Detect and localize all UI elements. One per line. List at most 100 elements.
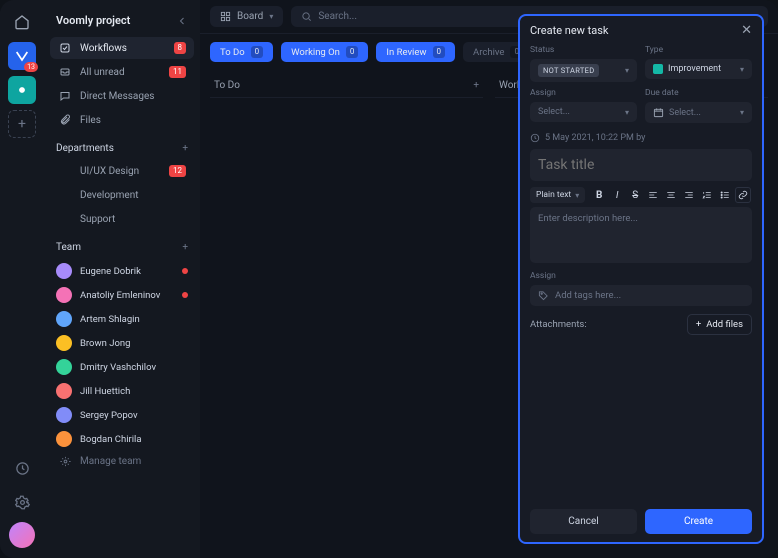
list-ordered-button[interactable] — [699, 187, 715, 203]
sidebar-label: Files — [80, 115, 101, 126]
chevron-down-icon: ▾ — [625, 66, 629, 75]
member-name: Sergey Popov — [80, 410, 138, 421]
team-member[interactable]: Jill Huettich — [50, 379, 194, 403]
workspace-badge: 13 — [24, 62, 38, 72]
add-files-button[interactable]: + Add files — [687, 314, 752, 335]
chevron-down-icon: ▾ — [269, 12, 273, 21]
sidebar-item-dms[interactable]: Direct Messages — [50, 85, 194, 107]
sidebar-item-unread[interactable]: All unread 11 — [50, 61, 194, 83]
avatar — [56, 407, 72, 423]
cancel-button[interactable]: Cancel — [530, 509, 637, 534]
team-member[interactable]: Artem Shlagin — [50, 307, 194, 331]
department-badge: 12 — [169, 165, 186, 177]
task-title-input[interactable] — [530, 149, 752, 181]
team-member[interactable]: Eugene Dobrik — [50, 259, 194, 283]
message-icon — [58, 90, 72, 102]
avatar — [56, 431, 72, 447]
align-center-button[interactable] — [663, 187, 679, 203]
team-member[interactable]: Bogdan Chirila — [50, 427, 194, 451]
chevron-down-icon: ▾ — [625, 108, 629, 117]
home-icon[interactable] — [8, 8, 36, 36]
avatar — [56, 359, 72, 375]
sidebar-item-workflows[interactable]: Workflows 8 — [50, 37, 194, 59]
collapse-sidebar-icon[interactable] — [176, 15, 188, 27]
strike-button[interactable]: S — [627, 187, 643, 203]
column-title: To Do — [214, 80, 240, 91]
format-select[interactable]: Plain text▾ — [530, 187, 585, 203]
team-member[interactable]: Anatoliy Emleninov — [50, 283, 194, 307]
team-heading: Team — [56, 242, 81, 253]
close-icon[interactable]: ✕ — [741, 24, 752, 37]
grid-icon — [220, 11, 231, 22]
list-bullet-button[interactable] — [717, 187, 733, 203]
tags-input[interactable]: Add tags here... — [530, 285, 752, 306]
created-timestamp: 5 May 2021, 10:22 PM by — [545, 133, 645, 143]
align-left-button[interactable] — [645, 187, 661, 203]
sidebar-item-department[interactable]: Support — [50, 208, 194, 230]
project-title: Voomly project — [56, 14, 130, 27]
filter-count: 0 — [433, 46, 446, 58]
add-card-button[interactable]: + — [473, 80, 479, 91]
bold-button[interactable]: B — [591, 187, 607, 203]
calendar-icon — [653, 107, 664, 118]
department-label: Development — [80, 190, 139, 201]
sidebar-item-department[interactable]: UI/UX Design12 — [50, 160, 194, 182]
team-member[interactable]: Sergey Popov — [50, 403, 194, 427]
type-label: Type — [645, 45, 752, 55]
filter-count: 0 — [346, 46, 359, 58]
filter-label: In Review — [386, 47, 426, 58]
manage-team-label: Manage team — [80, 456, 141, 467]
due-date-select[interactable]: Select... ▾ — [645, 102, 752, 123]
filter-pill[interactable]: To Do0 — [210, 42, 273, 62]
align-right-button[interactable] — [681, 187, 697, 203]
notification-dot — [182, 292, 188, 298]
description-input[interactable]: Enter description here... — [530, 207, 752, 263]
avatar — [56, 311, 72, 327]
chevron-down-icon: ▾ — [740, 108, 744, 117]
plus-icon: + — [696, 319, 701, 330]
avatar — [56, 263, 72, 279]
app-rail: 13 + — [0, 0, 44, 558]
inbox-icon — [58, 66, 72, 78]
italic-button[interactable]: I — [609, 187, 625, 203]
gear-icon[interactable] — [8, 488, 36, 516]
member-name: Bogdan Chirila — [80, 434, 142, 445]
team-member[interactable]: Brown Jong — [50, 331, 194, 355]
sidebar-label: Direct Messages — [80, 91, 154, 102]
sidebar-item-files[interactable]: Files — [50, 109, 194, 131]
add-workspace-button[interactable]: + — [8, 110, 36, 138]
filter-label: To Do — [220, 47, 245, 58]
add-department-icon[interactable]: + — [182, 143, 188, 154]
sidebar-item-department[interactable]: Development — [50, 184, 194, 206]
user-avatar[interactable] — [9, 522, 35, 548]
search-icon — [301, 11, 312, 22]
board-selector-label: Board — [237, 11, 263, 22]
board-selector[interactable]: Board ▾ — [210, 6, 283, 27]
avatar — [56, 383, 72, 399]
workspace-voomly-icon[interactable]: 13 — [8, 42, 36, 70]
create-task-modal: Create new task ✕ Status NOT STARTED ▾ T… — [518, 14, 764, 544]
create-button[interactable]: Create — [645, 509, 752, 534]
clock-icon[interactable] — [8, 454, 36, 482]
chevron-down-icon: ▾ — [740, 65, 744, 74]
filter-pill[interactable]: In Review 0 — [376, 42, 455, 62]
assign-select[interactable]: Select... ▾ — [530, 102, 637, 122]
departments-heading: Departments — [56, 143, 114, 154]
manage-team-link[interactable]: Manage team — [50, 451, 194, 472]
board-column: To Do + — [210, 74, 483, 554]
attachments-label: Attachments: — [530, 319, 587, 330]
status-select[interactable]: NOT STARTED ▾ — [530, 59, 637, 82]
workspace-2-icon[interactable] — [8, 76, 36, 104]
filter-pill[interactable]: Working On0 — [281, 42, 368, 62]
department-label: Support — [80, 214, 115, 225]
member-name: Artem Shlagin — [80, 314, 140, 325]
add-files-label: Add files — [706, 319, 743, 330]
link-button[interactable] — [735, 187, 751, 203]
team-member[interactable]: Dmitry Vashchilov — [50, 355, 194, 379]
add-team-icon[interactable]: + — [182, 242, 188, 253]
status-label: Status — [530, 45, 637, 55]
grid-icon — [58, 189, 72, 201]
grid-icon — [58, 165, 72, 177]
notification-dot — [182, 268, 188, 274]
type-select[interactable]: Improvement ▾ — [645, 59, 752, 79]
